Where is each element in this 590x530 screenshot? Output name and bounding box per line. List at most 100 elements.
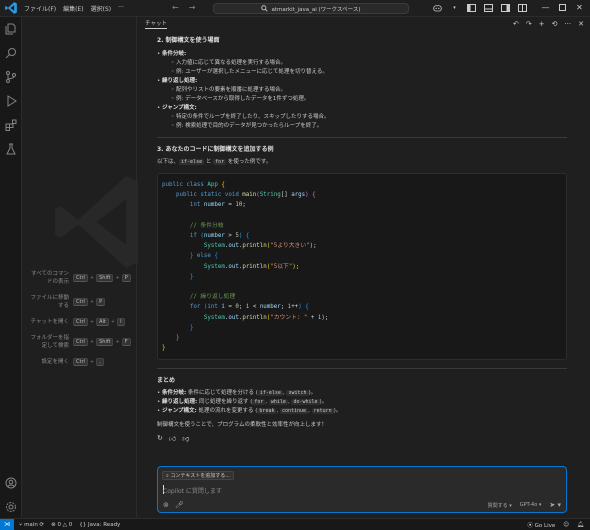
code-token: }: [189, 273, 194, 280]
code-token: println: [242, 243, 267, 250]
copilot-status-icon[interactable]: ☺: [563, 522, 569, 528]
customize-layout-icon[interactable]: [518, 3, 527, 12]
microphone-icon[interactable]: 🎤︎: [175, 501, 184, 509]
code-token: static: [200, 192, 225, 199]
code-token: +: [307, 314, 318, 321]
menu-selection[interactable]: 選択(S): [91, 4, 112, 13]
chat-input-placeholder[interactable]: Copilot に質問します: [163, 486, 222, 495]
error-count: 0: [57, 521, 62, 528]
list-item: • 条件分岐:: [157, 51, 187, 57]
java-status-label: Java: Ready: [88, 521, 121, 528]
toggle-secondary-sidebar-icon[interactable]: [501, 3, 510, 12]
code-line: // 繰り返し処理: [162, 292, 562, 302]
warning-count: 0: [68, 521, 73, 528]
problems-item[interactable]: ⊗ 0 △ 0: [51, 522, 72, 528]
code-line: }: [162, 333, 562, 343]
menu-more[interactable]: ···: [118, 4, 124, 13]
menu-edit[interactable]: 編集(E): [63, 4, 83, 13]
search-icon: [261, 5, 269, 12]
key-cap: Ctrl: [73, 274, 88, 282]
sub-list-item: ◦ 例: データベースから取得したデータを1件ずつ処理。: [171, 96, 310, 102]
chat-input-box[interactable]: ⌕ コンテキストを追加する... Copilot に質問します ⊚ 🎤︎ 質問す…: [157, 466, 567, 513]
divider: [157, 368, 567, 370]
close-panel-icon[interactable]: ✕: [578, 20, 584, 28]
back-arrow-icon[interactable]: ←: [172, 3, 179, 12]
extensions-icon[interactable]: [4, 118, 18, 132]
sub-list-item: ◦ 例: ユーザーが選択したメニューに応じて処理を切り替える。: [171, 69, 328, 75]
maximize-icon[interactable]: [558, 3, 567, 12]
key-cap: ,: [96, 358, 104, 366]
sub-list-item: ◦ 例: 検索処理で目的のデータが見つかったらループを終了。: [171, 123, 323, 129]
forward-arrow-icon[interactable]: →: [189, 3, 196, 12]
run-debug-icon[interactable]: [4, 94, 18, 108]
remote-indicator-icon[interactable]: ⋊: [0, 518, 14, 530]
java-status[interactable]: {} Java: Ready: [79, 522, 120, 528]
code-block[interactable]: public class App { public static void ma…: [157, 173, 567, 361]
code-token: int: [207, 304, 222, 311]
sub-list-item: ◦ 入力値に応じて異なる処理を実行する場合。: [171, 60, 287, 66]
search-icon[interactable]: [4, 46, 18, 60]
code-line: System.out.println("カウント: " + i);: [162, 313, 562, 323]
explorer-icon[interactable]: [4, 22, 18, 36]
mode-dropdown[interactable]: 質問する ▾: [488, 502, 512, 509]
sub-list-item-text: 例: 検索処理で目的のデータが見つかったらループを終了。: [176, 123, 323, 129]
more-actions-icon[interactable]: ···: [564, 20, 571, 28]
branch-name: main: [24, 521, 38, 528]
shortcut-label: ファイルに移動する: [30, 295, 69, 309]
branch-item[interactable]: ⑂ main ⟳: [19, 522, 44, 528]
code-token: {: [245, 233, 250, 240]
account-icon[interactable]: [4, 476, 18, 490]
code-token: println: [242, 314, 267, 321]
go-live-button[interactable]: ⦿ Go Live: [527, 521, 555, 529]
summary-item: • 繰り返し処理: 同じ処理を繰り返す (for, while, do-whil…: [157, 399, 328, 406]
thumbs-down-icon[interactable]: 👎︎: [182, 434, 189, 443]
attach-icon[interactable]: ⊚: [163, 501, 169, 509]
minimize-icon[interactable]: —: [541, 3, 550, 12]
add-context-button[interactable]: ⌕ コンテキストを追加する...: [162, 471, 235, 480]
history-icon[interactable]: ⟲: [552, 20, 558, 28]
command-center-search[interactable]: atmarkit_java_ai (ワークスペース): [213, 3, 409, 14]
copilot-icon[interactable]: [433, 3, 442, 12]
code-line: System.out.println("5より大きい");: [162, 241, 562, 251]
settings-gear-icon[interactable]: [4, 500, 18, 514]
status-right: ⦿ Go Live ☺ 🔔︎: [527, 521, 584, 529]
summary-item-title: ジャンプ構文:: [162, 408, 197, 415]
toggle-panel-icon[interactable]: [484, 3, 493, 12]
key-cap: I: [117, 318, 125, 326]
source-control-icon[interactable]: [4, 70, 18, 84]
undo-icon[interactable]: ↶: [513, 20, 519, 28]
menu-file[interactable]: ファイル(F): [24, 4, 56, 13]
toggle-sidebar-icon[interactable]: [467, 3, 476, 12]
redo-icon[interactable]: ↷: [526, 20, 532, 28]
code-token: ;: [280, 304, 288, 311]
shortcut-keys: Ctrl + Shift + F: [73, 338, 131, 346]
status-left: ⑂ main ⟳ ⊗ 0 △ 0 {} Java: Ready: [19, 522, 120, 528]
summary-item-text: 同じ処理を繰り返す (: [197, 399, 253, 406]
new-chat-icon[interactable]: +: [539, 20, 545, 28]
code-token: void: [224, 192, 243, 199]
key-cap: Ctrl: [73, 298, 88, 306]
menu-bar: ファイル(F) 編集(E) 選択(S) ···: [24, 4, 124, 13]
model-label: GPT-4o: [519, 502, 538, 508]
key-cap: Shift: [96, 274, 114, 282]
thumbs-up-icon[interactable]: 👍︎: [169, 434, 176, 443]
code-token: args: [291, 192, 306, 199]
retry-icon[interactable]: ↻: [157, 434, 163, 443]
shortcut-row: チャットを開く Ctrl + Alt + I: [26, 318, 138, 326]
close-window-icon[interactable]: ✕: [575, 3, 584, 12]
summary-item-tail: )。: [333, 408, 342, 415]
intro-mid: と: [204, 159, 214, 165]
code-token: App: [207, 182, 222, 188]
notifications-bell-icon[interactable]: 🔔︎: [577, 522, 584, 528]
chat-title[interactable]: チャット: [145, 19, 167, 29]
code-token: main: [242, 192, 257, 199]
chevron-down-icon[interactable]: ▾: [450, 3, 459, 12]
testing-icon[interactable]: [4, 142, 18, 156]
send-icon[interactable]: ➤ ▾: [549, 501, 561, 509]
divider: [157, 137, 567, 138]
model-dropdown[interactable]: GPT-4o ▾: [520, 502, 542, 508]
